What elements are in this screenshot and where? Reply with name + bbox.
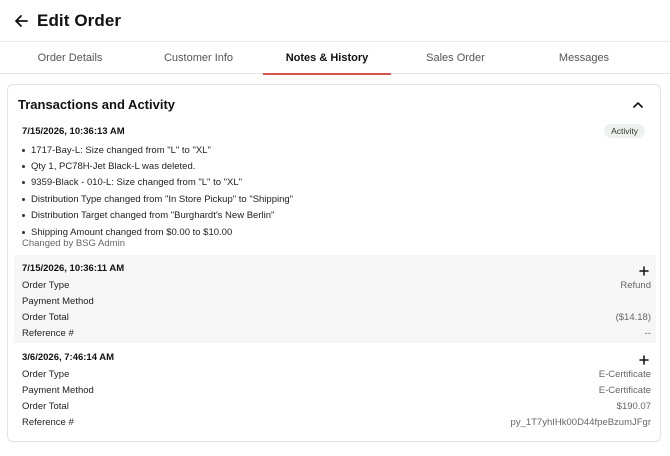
bullet-icon (22, 197, 25, 201)
change-item: Qty 1, PC78H-Jet Black-L was deleted. (22, 158, 622, 174)
transaction-timestamp: 7/15/2026, 10:36:11 AM (22, 263, 125, 274)
change-text: Qty 1, PC78H-Jet Black-L was deleted. (31, 161, 196, 173)
bullet-icon (22, 181, 25, 185)
row-label: Reference # (22, 327, 74, 339)
row-value: ($14.18) (615, 311, 651, 323)
change-item: Distribution Target changed from "Burgha… (22, 208, 622, 224)
changed-by: Changed by BSG Admin (22, 238, 125, 249)
payment-method-row: Payment Method E-Certificate (22, 382, 651, 398)
transaction-entry: 7/15/2026, 10:36:11 AM Order Type Refund … (14, 255, 656, 343)
reference-row: Reference # -- (22, 325, 651, 341)
row-label: Payment Method (22, 295, 94, 307)
tab-bar: Order Details Customer Info Notes & Hist… (0, 42, 670, 75)
tab-notes-history[interactable]: Notes & History (263, 42, 391, 75)
tab-messages[interactable]: Messages (520, 42, 648, 74)
row-value: E-Certificate (598, 368, 651, 380)
change-list: 1717-Bay-L: Size changed from "L" to "XL… (22, 142, 622, 240)
transaction-body: 3/6/2026, 7:46:14 AM Order Type E-Certifi… (14, 344, 656, 436)
arrow-left-icon[interactable] (13, 13, 29, 29)
change-text: 9359-Black - 010-L: Size changed from "L… (31, 177, 242, 189)
tab-sales-order[interactable]: Sales Order (391, 42, 520, 74)
change-text: 1717-Bay-L: Size changed from "L" to "XL… (31, 144, 211, 156)
bullet-icon (22, 148, 25, 152)
tab-order-details[interactable]: Order Details (6, 42, 134, 74)
row-label: Reference # (22, 416, 74, 428)
row-label: Order Total (22, 400, 69, 412)
row-value: Refund (620, 279, 651, 291)
row-label: Order Total (22, 311, 69, 323)
order-total-row: Order Total $190.07 (22, 398, 651, 414)
change-text: Distribution Type changed from "In Store… (31, 193, 294, 205)
row-label: Order Type (22, 279, 70, 291)
order-total-row: Order Total ($14.18) (22, 309, 651, 325)
bullet-icon (22, 230, 25, 234)
payment-method-row: Payment Method (22, 293, 651, 309)
change-item: 1717-Bay-L: Size changed from "L" to "XL… (22, 142, 622, 158)
order-type-row: Order Type Refund (22, 277, 651, 293)
row-value: py_1T7yhIHk00D44fpeBzumJFgr (510, 416, 651, 428)
tab-customer-info[interactable]: Customer Info (134, 42, 263, 74)
transactions-activity-card: Transactions and Activity 7/15/2026, 10:… (7, 84, 661, 442)
change-text: Distribution Target changed from "Burgha… (31, 210, 275, 222)
header: Edit Order (0, 0, 670, 42)
row-value: $190.07 (616, 400, 651, 412)
row-label: Order Type (22, 368, 70, 380)
transaction-timestamp: 3/6/2026, 7:46:14 AM (22, 352, 115, 363)
row-label: Payment Method (22, 384, 94, 396)
activity-timestamp: 7/15/2026, 10:36:13 AM (22, 126, 125, 137)
bullet-icon (22, 165, 25, 169)
plus-icon[interactable] (639, 352, 649, 365)
section-title: Transactions and Activity (18, 97, 176, 112)
transaction-entry: 3/6/2026, 7:46:14 AM Order Type E-Certifi… (14, 344, 656, 436)
reference-row: Reference # py_1T7yhIHk00D44fpeBzumJFgr (22, 414, 651, 430)
row-value: E-Certificate (598, 384, 651, 396)
chevron-up-icon[interactable] (632, 99, 644, 109)
row-value: -- (644, 327, 651, 339)
plus-icon[interactable] (639, 263, 649, 276)
order-type-row: Order Type E-Certificate (22, 366, 651, 382)
activity-badge: Activity (604, 124, 645, 138)
change-text: Shipping Amount changed from $0.00 to $1… (31, 226, 233, 238)
bullet-icon (22, 214, 25, 218)
change-item: 9359-Black - 010-L: Size changed from "L… (22, 175, 622, 191)
page-title: Edit Order (37, 11, 122, 30)
change-item: Distribution Type changed from "In Store… (22, 191, 622, 207)
